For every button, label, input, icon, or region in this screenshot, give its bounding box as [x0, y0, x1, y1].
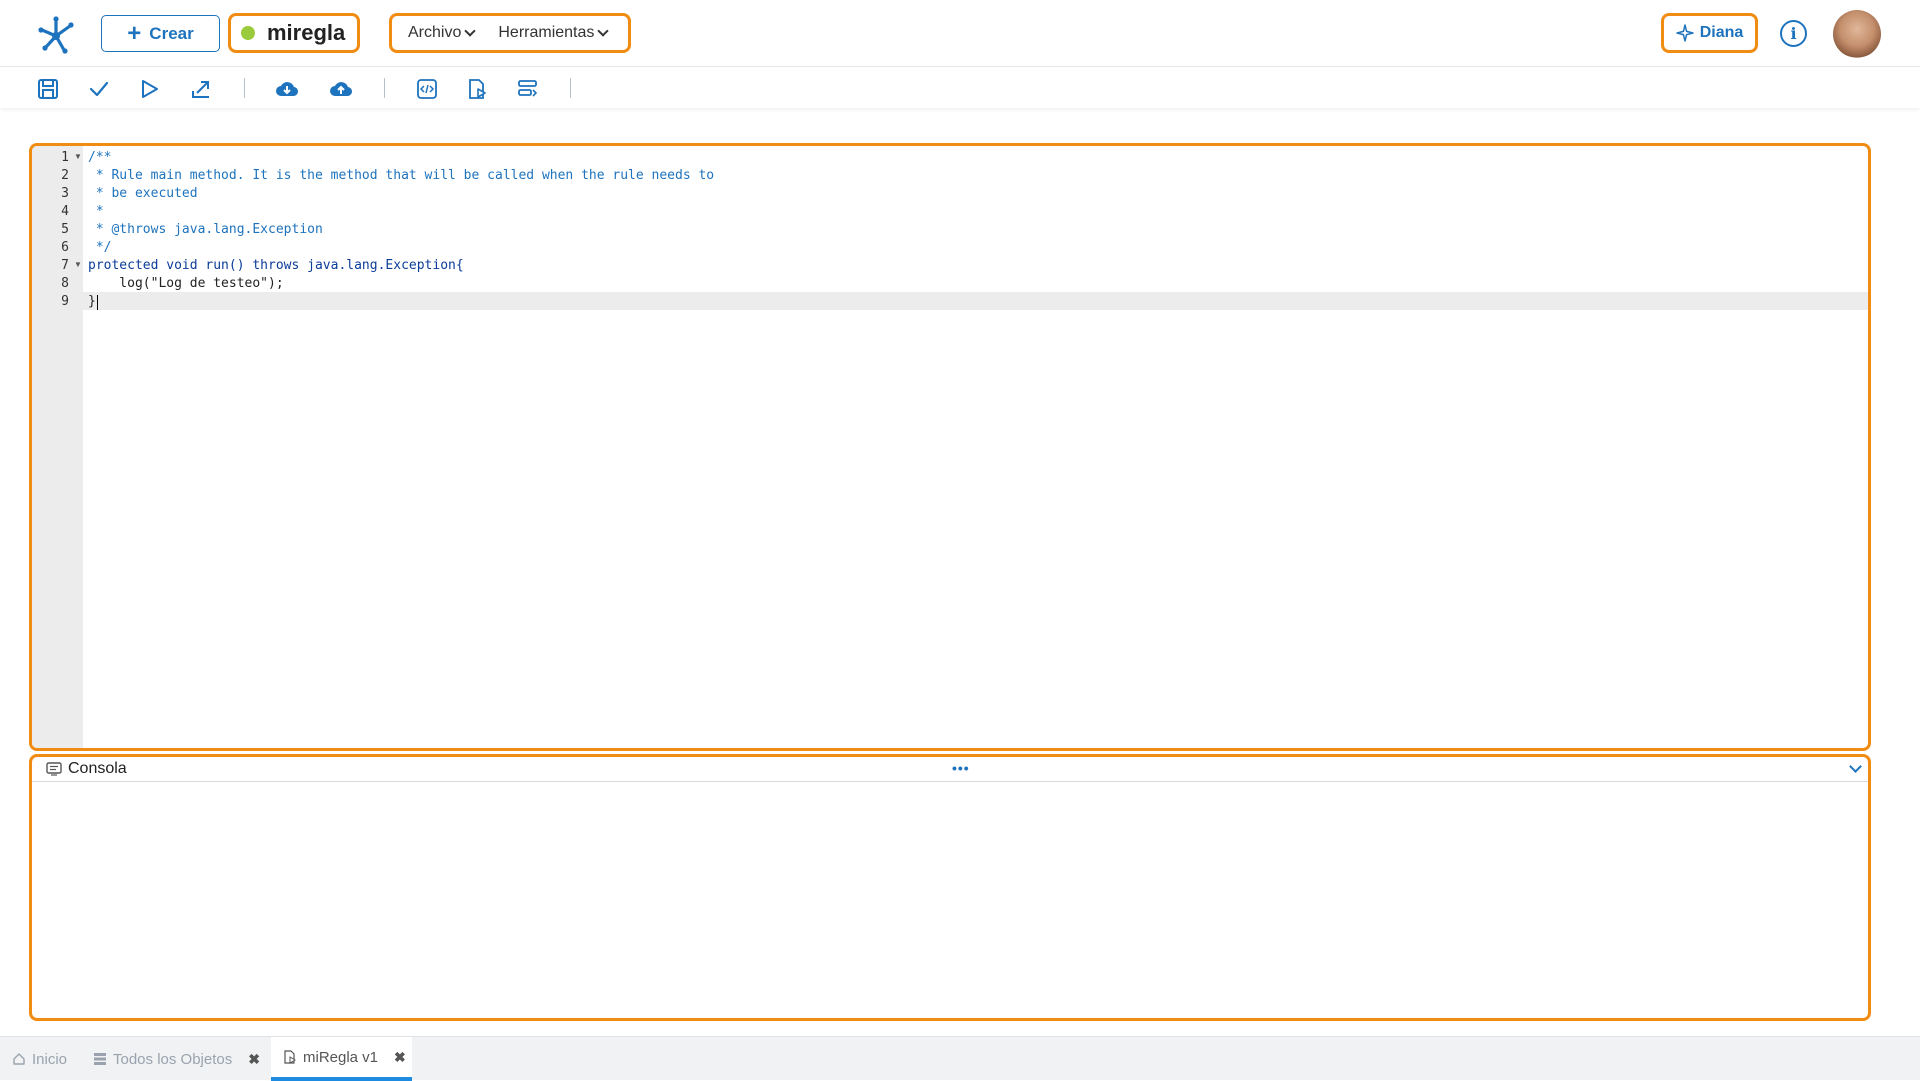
- home-icon: [13, 1053, 25, 1065]
- collapse-chevron-icon[interactable]: [1849, 760, 1862, 773]
- create-button-label: Crear: [149, 23, 194, 43]
- code-line: /**: [88, 150, 112, 165]
- line-number: 7: [61, 258, 69, 273]
- line-number-gutter: 1 ▼ 2 3 4 5 6 7 ▼ 8 9: [32, 146, 83, 748]
- diana-label: Diana: [1699, 24, 1744, 41]
- toolbar-divider: [384, 78, 385, 98]
- sparkle-icon: [1675, 24, 1694, 42]
- chevron-down-icon: [464, 25, 477, 37]
- cloud-download-icon[interactable]: [274, 76, 300, 102]
- console-header: Consola •••: [32, 757, 1868, 782]
- app-header: + Crear miregla Archivo Herramientas Dia…: [0, 0, 1920, 67]
- user-avatar[interactable]: [1833, 10, 1881, 58]
- line-number: 9: [61, 294, 69, 309]
- console-icon: [46, 762, 62, 776]
- check-icon[interactable]: [86, 76, 112, 102]
- line-number: 6: [61, 240, 69, 255]
- menu-archivo[interactable]: Archivo: [408, 24, 477, 42]
- code-view-icon[interactable]: [414, 76, 440, 102]
- diana-assistant-button[interactable]: Diana: [1661, 13, 1758, 53]
- console-output: [32, 782, 1868, 1018]
- format-icon[interactable]: [515, 76, 541, 102]
- tab-label: miRegla v1: [303, 1048, 379, 1066]
- code-line: * be executed: [88, 186, 198, 201]
- rule-doc-icon[interactable]: [464, 76, 490, 102]
- code-line: * Rule main method. It is the method tha…: [88, 168, 715, 183]
- code-line: * @throws java.lang.Exception: [88, 222, 323, 237]
- line-number: 5: [61, 222, 69, 237]
- toolbar-divider: [570, 78, 571, 98]
- app-logo-icon[interactable]: [36, 14, 76, 54]
- tab-label: Inicio: [32, 1050, 68, 1068]
- tab-bar: Inicio Todos los Objetos ✖ miRegla v1 ✖: [0, 1036, 1920, 1081]
- info-symbol: i: [1790, 24, 1797, 43]
- tab-label: Todos los Objetos: [113, 1050, 233, 1068]
- menu-archivo-label: Archivo: [408, 24, 462, 41]
- menu-herramientas-label: Herramientas: [498, 24, 595, 41]
- menu-herramientas[interactable]: Herramientas: [498, 24, 610, 42]
- close-icon[interactable]: ✖: [394, 1049, 406, 1066]
- code-line: */: [88, 240, 112, 255]
- resize-handle-icon[interactable]: •••: [952, 760, 970, 776]
- tab-inicio[interactable]: Inicio: [12, 1037, 67, 1081]
- fold-arrow-icon[interactable]: ▼: [74, 152, 82, 161]
- text-cursor: [97, 295, 98, 310]
- line-number: 2: [61, 168, 69, 183]
- line-number: 4: [61, 204, 69, 219]
- code-line: *: [88, 204, 104, 219]
- code-line: protected void run() throws java.lang.Ex…: [88, 258, 464, 273]
- main-menu: Archivo Herramientas: [389, 13, 631, 53]
- cloud-upload-icon[interactable]: [328, 76, 354, 102]
- status-dot-icon: [241, 26, 255, 40]
- rule-name: miregla: [267, 20, 346, 45]
- toolbar: [0, 68, 1920, 108]
- rule-file-icon: [284, 1050, 296, 1064]
- save-icon[interactable]: [35, 76, 61, 102]
- fold-arrow-icon[interactable]: ▼: [74, 260, 82, 269]
- line-number: 8: [61, 276, 69, 291]
- console-panel: Consola •••: [29, 754, 1871, 1021]
- code-line: }: [88, 294, 96, 309]
- rule-name-indicator: miregla: [228, 13, 360, 53]
- console-title: Consola: [68, 760, 127, 777]
- chevron-down-icon: [597, 25, 610, 37]
- toolbar-divider: [244, 78, 245, 98]
- info-icon[interactable]: i: [1780, 20, 1807, 47]
- tab-todos-los-objetos[interactable]: Todos los Objetos ✖: [93, 1037, 260, 1081]
- line-number: 3: [61, 186, 69, 201]
- code-line: log("Log de testeo");: [88, 276, 284, 291]
- create-button[interactable]: + Crear: [101, 15, 220, 52]
- list-icon: [94, 1053, 106, 1065]
- plus-icon: +: [127, 19, 142, 47]
- code-editor[interactable]: 1 ▼ 2 3 4 5 6 7 ▼ 8 9 /** * Rule main me…: [29, 143, 1871, 751]
- line-number: 1: [61, 150, 69, 165]
- close-icon[interactable]: ✖: [248, 1051, 260, 1068]
- code-area[interactable]: /** * Rule main method. It is the method…: [83, 146, 1868, 748]
- tab-miregla-v1[interactable]: miRegla v1 ✖: [271, 1037, 412, 1081]
- export-icon[interactable]: [188, 76, 214, 102]
- play-icon[interactable]: [136, 76, 162, 102]
